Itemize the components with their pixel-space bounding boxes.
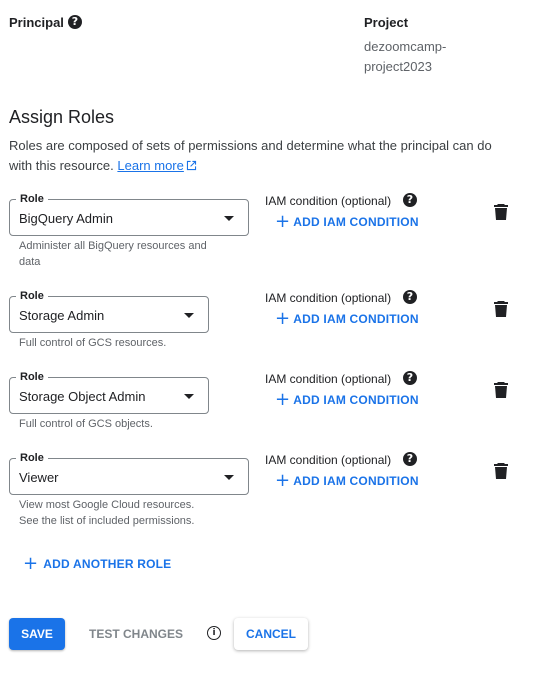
- role-helper-1: Administer all BigQuery resources and da…: [19, 238, 207, 270]
- add-another-role-label: ADD ANOTHER ROLE: [43, 557, 172, 571]
- cancel-button[interactable]: CANCEL: [234, 618, 308, 650]
- help-icon[interactable]: ?: [68, 15, 82, 29]
- trash-icon: [494, 463, 508, 479]
- add-iam-condition-label: ADD IAM CONDITION: [293, 215, 419, 229]
- add-another-role-button[interactable]: + ADD ANOTHER ROLE: [23, 553, 172, 574]
- helper-line1: View most Google Cloud resources.: [19, 499, 195, 511]
- delete-role-button[interactable]: [494, 382, 508, 403]
- add-iam-condition-label: ADD IAM CONDITION: [293, 393, 419, 407]
- role-legend: Role: [16, 370, 48, 384]
- dropdown-arrow-icon: [184, 313, 194, 318]
- plus-icon: +: [275, 308, 291, 329]
- add-iam-condition-button[interactable]: + ADD IAM CONDITION: [275, 211, 419, 232]
- section-description: Roles are composed of sets of permission…: [9, 136, 509, 177]
- delete-role-button[interactable]: [494, 204, 508, 225]
- plus-icon: +: [275, 470, 291, 491]
- trash-icon: [494, 382, 508, 398]
- helper-line2: data: [19, 256, 41, 268]
- dropdown-arrow-icon: [224, 216, 234, 221]
- iam-condition-label: IAM condition (optional): [265, 372, 392, 386]
- add-iam-condition-button[interactable]: + ADD IAM CONDITION: [275, 389, 419, 410]
- helper-line1: Full control of GCS resources.: [19, 337, 167, 349]
- role-select-1[interactable]: Role BigQuery Admin: [9, 192, 249, 236]
- save-button[interactable]: SAVE: [9, 618, 65, 650]
- role-select-2[interactable]: Role Storage Admin: [9, 289, 209, 333]
- project-value-line1: dezoomcamp-: [364, 39, 447, 54]
- principal-label: Principal: [9, 15, 64, 30]
- add-iam-condition-button[interactable]: + ADD IAM CONDITION: [275, 470, 419, 491]
- help-icon[interactable]: ?: [403, 290, 417, 304]
- test-changes-button[interactable]: TEST CHANGES: [89, 627, 183, 641]
- trash-icon: [494, 301, 508, 317]
- info-icon[interactable]: i: [207, 626, 221, 640]
- role-value: Storage Admin: [19, 308, 105, 323]
- role-value: BigQuery Admin: [19, 211, 113, 226]
- role-legend: Role: [16, 289, 48, 303]
- external-link-icon: [186, 157, 197, 177]
- plus-icon: +: [23, 553, 39, 574]
- plus-icon: +: [275, 389, 291, 410]
- delete-role-button[interactable]: [494, 301, 508, 322]
- role-helper-3: Full control of GCS objects.: [19, 416, 153, 432]
- trash-icon: [494, 204, 508, 220]
- role-helper-2: Full control of GCS resources.: [19, 335, 166, 351]
- dropdown-arrow-icon: [184, 394, 194, 399]
- helper-line1: Full control of GCS objects.: [19, 418, 153, 430]
- role-select-4[interactable]: Role Viewer: [9, 451, 249, 495]
- role-legend: Role: [16, 451, 48, 465]
- description-line1: Roles are composed of sets of permission…: [9, 138, 492, 153]
- section-title: Assign Roles: [9, 107, 115, 127]
- role-helper-4: View most Google Cloud resources. See th…: [19, 497, 194, 529]
- plus-icon: +: [275, 211, 291, 232]
- iam-condition-label: IAM condition (optional): [265, 291, 392, 305]
- role-value: Viewer: [19, 470, 59, 485]
- delete-role-button[interactable]: [494, 463, 508, 484]
- role-select-3[interactable]: Role Storage Object Admin: [9, 370, 209, 414]
- project-value-line2: project2023: [364, 59, 432, 74]
- help-icon[interactable]: ?: [403, 452, 417, 466]
- role-value: Storage Object Admin: [19, 389, 146, 404]
- helper-line1: Administer all BigQuery resources and: [19, 240, 207, 252]
- iam-condition-label: IAM condition (optional): [265, 194, 392, 208]
- role-legend: Role: [16, 192, 48, 206]
- add-iam-condition-button[interactable]: + ADD IAM CONDITION: [275, 308, 419, 329]
- description-line2: with this resource.: [9, 158, 114, 173]
- learn-more-link[interactable]: Learn more: [117, 158, 183, 173]
- help-icon[interactable]: ?: [403, 193, 417, 207]
- help-icon[interactable]: ?: [403, 371, 417, 385]
- iam-condition-label: IAM condition (optional): [265, 453, 392, 467]
- add-iam-condition-label: ADD IAM CONDITION: [293, 474, 419, 488]
- project-label: Project: [364, 15, 409, 30]
- add-iam-condition-label: ADD IAM CONDITION: [293, 312, 419, 326]
- dropdown-arrow-icon: [224, 475, 234, 480]
- helper-line2: See the list of included permissions.: [19, 515, 195, 527]
